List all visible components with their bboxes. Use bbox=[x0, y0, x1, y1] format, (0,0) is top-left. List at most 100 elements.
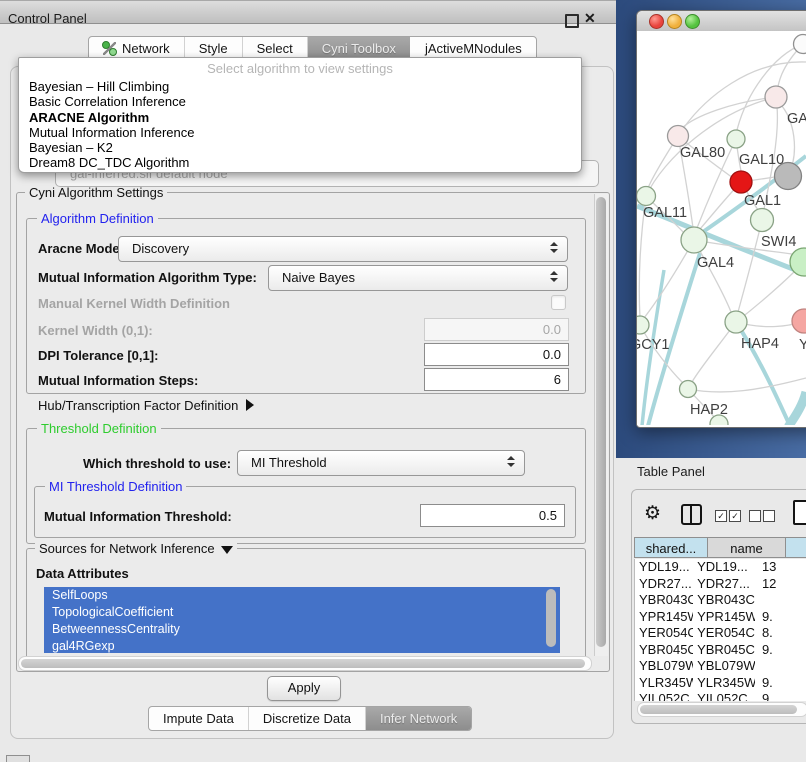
network-node-gal10[interactable] bbox=[727, 130, 745, 148]
settings-hscrollbar-thumb[interactable] bbox=[21, 659, 585, 668]
gear-icon[interactable] bbox=[644, 502, 661, 525]
cell: YDL19... bbox=[693, 559, 755, 576]
table-row-6[interactable]: YBL079WYBL079W bbox=[635, 658, 806, 675]
node-label-gal1: GAL1 bbox=[744, 193, 781, 209]
bottom-tab-infer-network[interactable]: Infer Network bbox=[365, 707, 471, 730]
table-row-7[interactable]: YLR345WYLR345W9. bbox=[635, 675, 806, 692]
settings-scrollbar-thumb[interactable] bbox=[596, 197, 606, 647]
cell: YBL079W bbox=[635, 658, 693, 675]
tab-label: Infer Network bbox=[380, 707, 457, 730]
network-node-swi4[interactable] bbox=[790, 248, 806, 276]
data-attribute-gal4rgexp[interactable]: gal4RGexp bbox=[44, 638, 560, 653]
algorithm-option-aracne-algorithm[interactable]: ARACNE Algorithm bbox=[19, 110, 581, 125]
mi-threshold-definition-title: MI Threshold Definition bbox=[45, 479, 186, 494]
network-canvas[interactable]: GALGAL80GAL10GAL1GAL11SWI4GAL4GCY1HAP4YH… bbox=[637, 31, 806, 425]
hub-definition-expander[interactable]: Hub/Transcription Factor Definition bbox=[38, 398, 254, 413]
unchecked-checkbox-icon[interactable] bbox=[763, 510, 775, 522]
bottom-tab-impute-data[interactable]: Impute Data bbox=[149, 707, 248, 730]
aracne-mode-select[interactable]: Discovery bbox=[118, 236, 568, 262]
panel-title: Control Panel bbox=[8, 11, 87, 26]
column-browser-icon[interactable] bbox=[681, 504, 702, 525]
screen: Control Panel NetworkStyleSelectCyni Too… bbox=[0, 0, 806, 762]
collapsed-panel-button[interactable] bbox=[6, 755, 30, 762]
attributes-scrollbar-thumb[interactable] bbox=[546, 589, 556, 647]
data-attribute-betweennesscentrality[interactable]: BetweennessCentrality bbox=[44, 621, 560, 638]
table-hscrollbar-track[interactable] bbox=[637, 702, 806, 717]
column-header-shared[interactable]: shared... bbox=[634, 537, 708, 558]
dpi-tolerance-field[interactable]: 0.0 bbox=[424, 343, 569, 366]
kernel-width-label: Kernel Width (0,1): bbox=[38, 323, 153, 338]
table-row-4[interactable]: YER054CYER054C8. bbox=[635, 625, 806, 642]
which-threshold-select[interactable]: MI Threshold bbox=[237, 450, 525, 476]
table-row-3[interactable]: YPR145WYPR145W9. bbox=[635, 609, 806, 626]
node-label-gal11: GAL11 bbox=[643, 205, 687, 221]
network-node-0[interactable] bbox=[794, 35, 806, 54]
table-row-1[interactable]: YDR27...YDR27...12 bbox=[635, 576, 806, 593]
network-node-y[interactable] bbox=[792, 309, 806, 333]
algorithm-option-mutual-information-inference[interactable]: Mutual Information Inference bbox=[19, 125, 581, 140]
data-attributes-label: Data Attributes bbox=[36, 566, 129, 581]
algorithm-option-bayesian-hill-climbing[interactable]: Bayesian – Hill Climbing bbox=[19, 79, 581, 94]
minimize-traffic-light[interactable] bbox=[667, 14, 682, 29]
node-label-gal80: GAL80 bbox=[680, 145, 725, 161]
network-node-gal[interactable] bbox=[765, 86, 787, 108]
column-header-2[interactable] bbox=[786, 537, 806, 558]
settings-scrollbar-track[interactable] bbox=[594, 194, 608, 656]
unchecked-checkbox-icon[interactable] bbox=[749, 510, 761, 522]
sources-title: Sources for Network Inference bbox=[39, 541, 215, 556]
network-node-gal1[interactable] bbox=[751, 209, 774, 232]
cell: 9. bbox=[755, 675, 806, 692]
mi-threshold-field[interactable]: 0.5 bbox=[420, 504, 565, 527]
data-attributes-list[interactable]: SelfLoopsTopologicalCoefficientBetweenne… bbox=[44, 587, 560, 653]
cell: YER054C bbox=[635, 625, 693, 642]
bottom-tab-discretize-data[interactable]: Discretize Data bbox=[248, 707, 365, 730]
cell: YBL079W bbox=[693, 658, 755, 675]
cell: YDL19... bbox=[635, 559, 693, 576]
table-header: shared...name bbox=[634, 537, 806, 558]
network-node-gal80[interactable] bbox=[668, 126, 689, 147]
new-table-icon[interactable] bbox=[793, 500, 806, 525]
algorithm-option-dream8-dc-tdc-algorithm[interactable]: Dream8 DC_TDC Algorithm bbox=[19, 155, 581, 170]
checked-checkbox-icon[interactable]: ✓ bbox=[729, 510, 741, 522]
settings-hscrollbar-track[interactable] bbox=[18, 656, 592, 671]
cell: 9. bbox=[755, 609, 806, 626]
table-hscrollbar-thumb[interactable] bbox=[640, 705, 797, 714]
apply-button[interactable]: Apply bbox=[267, 676, 341, 701]
network-node-5[interactable] bbox=[775, 163, 802, 190]
cell: YLR345W bbox=[693, 675, 755, 692]
table-row-0[interactable]: YDL19...YDL19...13 bbox=[635, 559, 806, 576]
algorithm-dropdown-items: Bayesian – Hill ClimbingBasic Correlatio… bbox=[19, 79, 581, 171]
network-node-4[interactable] bbox=[730, 171, 752, 193]
column-header-name[interactable]: name bbox=[708, 537, 786, 558]
node-label-gal10: GAL10 bbox=[739, 152, 784, 168]
algorithm-option-basic-correlation-inference[interactable]: Basic Correlation Inference bbox=[19, 94, 581, 109]
table-row-8[interactable]: YIL052CYIL052C9 bbox=[635, 691, 806, 701]
cell: YIL052C bbox=[635, 691, 693, 701]
sources-collapse-toggle[interactable]: Sources for Network Inference bbox=[35, 541, 237, 556]
checked-checkbox-icon[interactable]: ✓ bbox=[715, 510, 727, 522]
mi-steps-field[interactable]: 6 bbox=[424, 368, 569, 391]
close-panel-icon[interactable] bbox=[584, 10, 596, 27]
node-label-hap4: HAP4 bbox=[741, 336, 779, 352]
aracne-mode-label: Aracne Mode: bbox=[38, 241, 124, 256]
network-node-gal4[interactable] bbox=[681, 227, 707, 253]
network-node-gal11[interactable] bbox=[637, 187, 656, 206]
kernel-width-field[interactable]: 0.0 bbox=[424, 318, 569, 341]
algorithm-option-bayesian-k2[interactable]: Bayesian – K2 bbox=[19, 140, 581, 155]
data-attribute-selfloops[interactable]: SelfLoops bbox=[44, 587, 560, 604]
network-node-hap4[interactable] bbox=[725, 311, 747, 333]
settings-group-title: Cyni Algorithm Settings bbox=[25, 185, 167, 200]
table-panel-title: Table Panel bbox=[637, 464, 705, 479]
network-node-hap2[interactable] bbox=[680, 381, 697, 398]
zoom-traffic-light[interactable] bbox=[685, 14, 700, 29]
float-panel-icon[interactable] bbox=[565, 14, 579, 28]
manual-kernel-width-checkbox[interactable] bbox=[551, 295, 566, 310]
spinner-arrows-icon bbox=[550, 271, 558, 282]
network-node-gcy1[interactable] bbox=[637, 316, 649, 334]
data-attribute-topologicalcoefficient[interactable]: TopologicalCoefficient bbox=[44, 604, 560, 621]
network-window-titlebar[interactable] bbox=[637, 11, 806, 32]
table-row-5[interactable]: YBR045CYBR045C9. bbox=[635, 642, 806, 659]
mi-algorithm-type-select[interactable]: Naive Bayes bbox=[268, 265, 568, 291]
close-traffic-light[interactable] bbox=[649, 14, 664, 29]
table-row-2[interactable]: YBR043CYBR043C bbox=[635, 592, 806, 609]
